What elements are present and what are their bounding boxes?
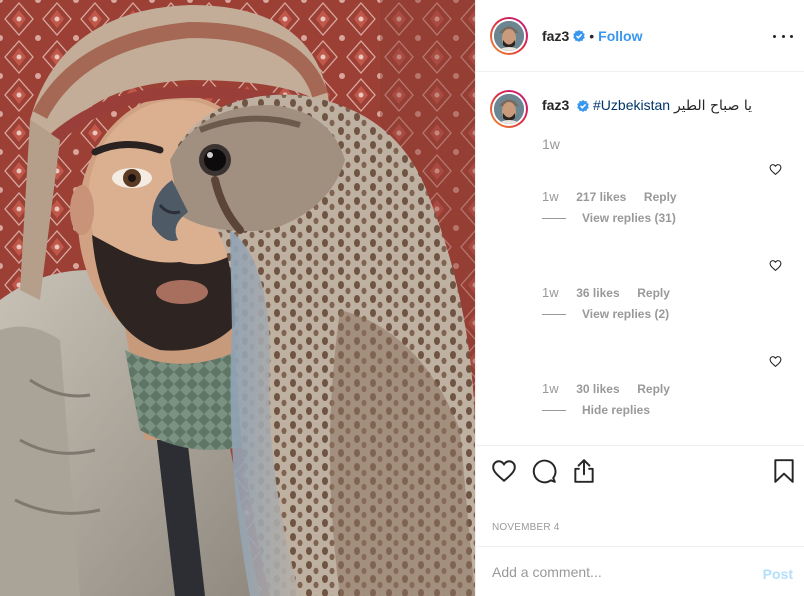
- post-header: faz3 • Follow: [476, 0, 804, 72]
- post-caption: faz3 #Uzbekistan يا صباح الطير 1w: [490, 90, 790, 152]
- avatar[interactable]: [490, 16, 528, 55]
- photo-illustration: [0, 0, 475, 596]
- comment-input[interactable]: [492, 562, 742, 582]
- post-side-panel: faz3 • Follow faz3 #Uzbekistan يا صباح ا…: [475, 0, 804, 596]
- reply-button[interactable]: Reply: [644, 190, 677, 204]
- view-replies-button[interactable]: View replies (2): [542, 307, 669, 321]
- reply-button[interactable]: Reply: [637, 382, 670, 396]
- caption-text: faz3 #Uzbekistan يا صباح الطير: [542, 96, 752, 115]
- add-comment-bar: Post: [476, 546, 804, 596]
- comment-like-heart-icon[interactable]: [769, 259, 782, 272]
- verified-badge-icon: [573, 29, 586, 42]
- share-icon[interactable]: [571, 458, 597, 484]
- hide-replies-label: Hide replies: [582, 403, 651, 417]
- more-dot: [781, 34, 785, 38]
- bookmark-icon[interactable]: [771, 458, 797, 484]
- post-comment-button[interactable]: Post: [763, 566, 793, 582]
- more-dot: [773, 34, 776, 38]
- comment-time[interactable]: 1w: [542, 285, 559, 300]
- verified-badge-icon: [577, 100, 589, 113]
- hide-replies-button[interactable]: Hide replies: [542, 403, 650, 417]
- comment-like-heart-icon[interactable]: [769, 355, 782, 368]
- avatar-image: [492, 18, 526, 53]
- follow-button[interactable]: Follow: [598, 28, 642, 44]
- heart-icon[interactable]: [491, 458, 517, 484]
- comment-like-heart-icon[interactable]: [769, 163, 782, 176]
- avatar-portrait: [494, 94, 524, 124]
- action-bar: [476, 445, 804, 495]
- comment-likes[interactable]: 217 likes: [576, 190, 626, 204]
- comment-meta: 1w 217 likes Reply: [542, 189, 677, 204]
- more-options-icon[interactable]: [773, 26, 793, 46]
- caption-body: يا صباح الطير: [673, 98, 753, 114]
- post-viewer: faz3 • Follow faz3 #Uzbekistan يا صباح ا…: [0, 0, 804, 596]
- avatar-image: [492, 92, 526, 126]
- comment-meta: 1w 36 likes Reply: [542, 285, 670, 300]
- comment-likes[interactable]: 36 likes: [576, 286, 619, 300]
- comment-time[interactable]: 1w: [542, 381, 559, 396]
- caption-time[interactable]: 1w: [542, 136, 790, 152]
- separator-dot: •: [589, 27, 595, 44]
- post-photo[interactable]: [0, 0, 475, 596]
- replies-divider: [542, 217, 566, 219]
- hashtag-link[interactable]: #Uzbekistan: [593, 97, 670, 113]
- view-replies-label: View replies (31): [582, 211, 676, 225]
- comment-meta: 1w 30 likes Reply: [542, 381, 670, 396]
- comment-icon[interactable]: [531, 458, 557, 484]
- username-link[interactable]: faz3: [542, 28, 569, 44]
- replies-divider: [542, 409, 566, 411]
- view-replies-label: View replies (2): [582, 307, 670, 321]
- replies-divider: [542, 313, 566, 315]
- comment-likes[interactable]: 30 likes: [576, 382, 619, 396]
- avatar-portrait: [494, 20, 524, 51]
- post-date[interactable]: NOVEMBER 4: [492, 522, 560, 533]
- reply-button[interactable]: Reply: [637, 286, 670, 300]
- caption-avatar[interactable]: [490, 90, 528, 128]
- view-replies-button[interactable]: View replies (31): [542, 211, 676, 225]
- more-dot: [790, 34, 793, 38]
- caption-username[interactable]: faz3: [542, 97, 569, 113]
- comment-time[interactable]: 1w: [542, 189, 559, 204]
